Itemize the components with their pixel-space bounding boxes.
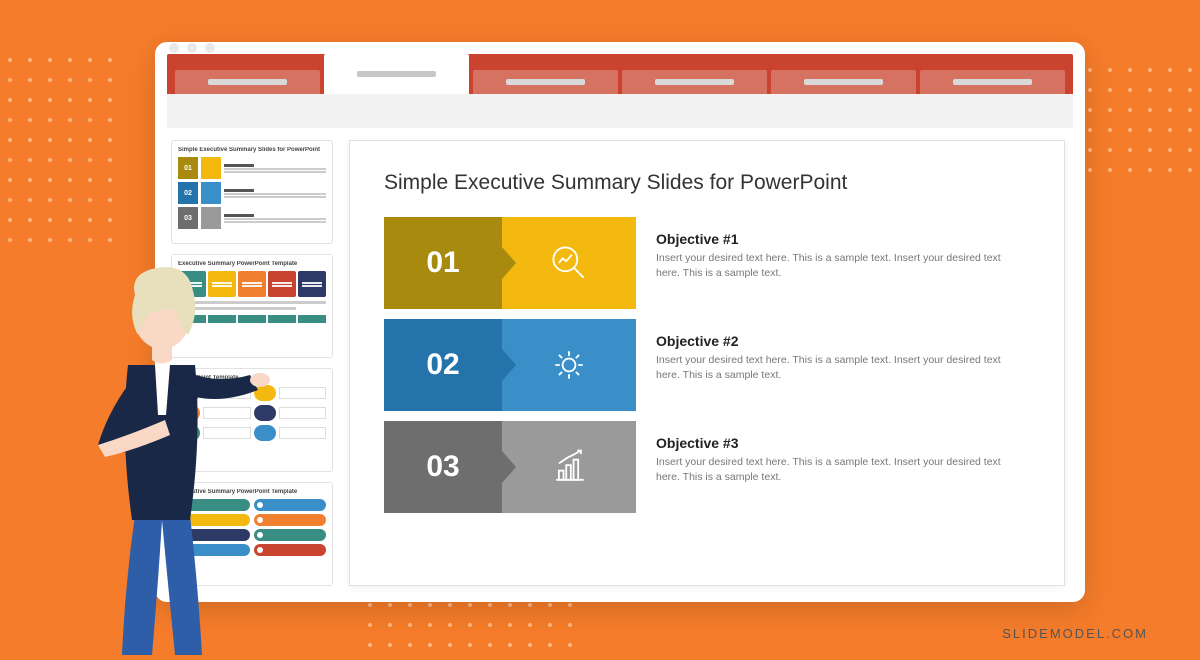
ribbon-tabs bbox=[167, 54, 1073, 94]
ribbon-body bbox=[167, 94, 1073, 128]
objective-number: 03 bbox=[384, 421, 502, 513]
objective-title: Objective #3 bbox=[656, 435, 1014, 451]
ribbon-tab[interactable] bbox=[175, 70, 320, 94]
objective-desc: Insert your desired text here. This is a… bbox=[656, 455, 1014, 485]
slide-thumbnail-1[interactable]: Simple Executive Summary Slides for Powe… bbox=[171, 140, 333, 244]
window-control-maximize[interactable] bbox=[205, 43, 215, 53]
thumbnail-title: Simple Executive Summary Slides for Powe… bbox=[178, 147, 326, 153]
ribbon-area bbox=[155, 54, 1085, 128]
objective-desc: Insert your desired text here. This is a… bbox=[656, 251, 1014, 281]
ribbon-tab[interactable] bbox=[622, 70, 767, 94]
window-titlebar bbox=[155, 42, 1085, 54]
magnify-chart-icon bbox=[502, 217, 636, 309]
objective-number: 01 bbox=[384, 217, 502, 309]
window-control-close[interactable] bbox=[169, 43, 179, 53]
window-control-minimize[interactable] bbox=[187, 43, 197, 53]
objective-title: Objective #2 bbox=[656, 333, 1014, 349]
slide-title: Simple Executive Summary Slides for Powe… bbox=[384, 171, 1030, 195]
objective-title: Objective #1 bbox=[656, 231, 1014, 247]
watermark: SLIDEMODEL.COM bbox=[1002, 626, 1148, 641]
presenter-illustration bbox=[40, 235, 300, 655]
bar-chart-icon bbox=[502, 421, 636, 513]
ribbon-tab[interactable] bbox=[920, 70, 1065, 94]
ribbon-tab[interactable] bbox=[473, 70, 618, 94]
objective-row-3: 03 Objective #3 Insert your desired text… bbox=[384, 421, 1030, 513]
gear-icon bbox=[502, 319, 636, 411]
objective-desc: Insert your desired text here. This is a… bbox=[656, 353, 1014, 383]
objective-row-2: 02 Objective #2 Insert your desired text… bbox=[384, 319, 1030, 411]
ribbon-tab-active[interactable] bbox=[324, 54, 469, 94]
ribbon-tab[interactable] bbox=[771, 70, 916, 94]
objective-number: 02 bbox=[384, 319, 502, 411]
objective-row-1: 01 Objective #1 Insert your desired text… bbox=[384, 217, 1030, 309]
decorative-dots bbox=[0, 50, 120, 250]
main-slide: Simple Executive Summary Slides for Powe… bbox=[349, 140, 1065, 586]
